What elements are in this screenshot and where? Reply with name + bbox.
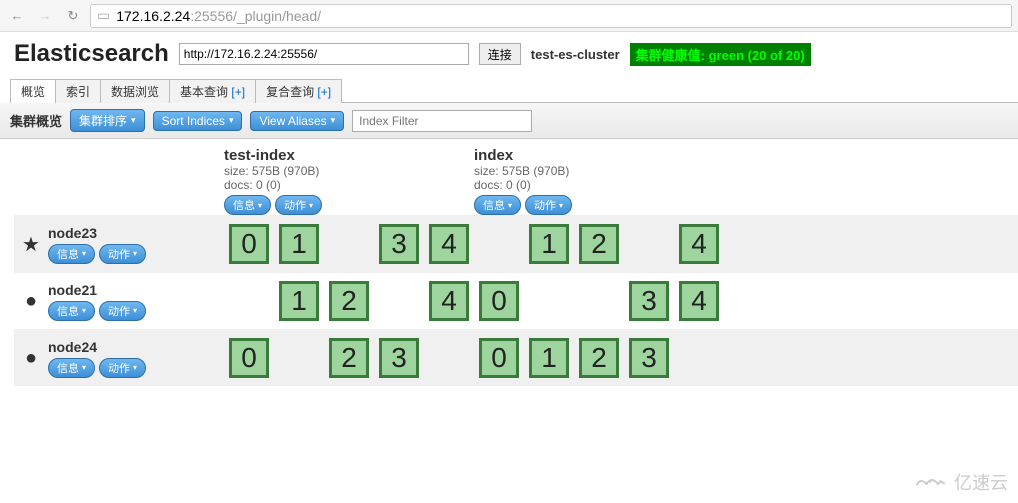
cluster-url-input[interactable]	[179, 43, 469, 65]
index-headers: test-index size: 575B (970B) docs: 0 (0)…	[14, 147, 1018, 215]
index-size: size: 575B (970B)	[474, 164, 724, 178]
shard[interactable]: 1	[279, 281, 319, 321]
node-info: node24 信息动作	[48, 339, 224, 378]
shard[interactable]: 2	[579, 338, 619, 378]
index-info-pill[interactable]: 信息	[474, 195, 521, 215]
sort-cluster-button[interactable]: 集群排序	[70, 109, 145, 132]
shard-group: 0123	[474, 336, 724, 380]
tabs: 概览索引数据浏览基本查询 [+]复合查询 [+]	[10, 78, 1018, 103]
shard[interactable]: 0	[479, 338, 519, 378]
index-info-pill[interactable]: 信息	[224, 195, 271, 215]
app-header: Elasticsearch 连接 test-es-cluster 集群健康值: …	[0, 32, 1018, 72]
tab-4[interactable]: 复合查询 [+]	[255, 79, 342, 103]
index-name: index	[474, 147, 724, 164]
cluster-health: 集群健康值: green (20 of 20)	[630, 43, 811, 66]
index-docs: docs: 0 (0)	[224, 178, 474, 192]
node-row: ● node24 信息动作 0230123	[14, 329, 1018, 386]
tab-0[interactable]: 概览	[10, 79, 56, 103]
node-action-pill[interactable]: 动作	[99, 301, 146, 321]
index-header-0: test-index size: 575B (970B) docs: 0 (0)…	[224, 147, 474, 215]
shard[interactable]: 1	[529, 224, 569, 264]
shard[interactable]: 3	[629, 281, 669, 321]
shard[interactable]: 0	[229, 224, 269, 264]
tab-2[interactable]: 数据浏览	[100, 79, 170, 103]
toolbar-label: 集群概览	[10, 111, 62, 130]
node-dot-icon: ●	[14, 290, 48, 313]
shard[interactable]: 3	[379, 338, 419, 378]
cluster-name: test-es-cluster	[531, 47, 620, 62]
connect-button[interactable]: 连接	[479, 43, 521, 65]
index-size: size: 575B (970B)	[224, 164, 474, 178]
shard[interactable]: 4	[679, 281, 719, 321]
tab-1[interactable]: 索引	[55, 79, 101, 103]
index-docs: docs: 0 (0)	[474, 178, 724, 192]
reload-button[interactable]: ↻	[62, 5, 84, 27]
node-action-pill[interactable]: 动作	[99, 244, 146, 264]
logo: Elasticsearch	[14, 40, 169, 68]
url-ip: 172.16.2.24	[116, 8, 190, 24]
node-info-pill[interactable]: 信息	[48, 301, 95, 321]
cluster-grid: test-index size: 575B (970B) docs: 0 (0)…	[0, 139, 1018, 386]
shard[interactable]: 1	[279, 224, 319, 264]
tab-3[interactable]: 基本查询 [+]	[169, 79, 256, 103]
sort-indices-button[interactable]: Sort Indices	[153, 111, 243, 131]
shard-group: 01 34	[224, 222, 474, 266]
node-info-pill[interactable]: 信息	[48, 244, 95, 264]
shard[interactable]: 3	[629, 338, 669, 378]
toolbar: 集群概览 集群排序 Sort Indices View Aliases	[0, 103, 1018, 139]
shard[interactable]: 4	[429, 224, 469, 264]
back-button[interactable]: ←	[6, 5, 28, 27]
url-bar[interactable]: ▭ 172.16.2.24:25556/_plugin/head/	[90, 4, 1012, 28]
view-aliases-button[interactable]: View Aliases	[250, 111, 344, 131]
shard[interactable]: 3	[379, 224, 419, 264]
node-row: ● node21 信息动作 124034	[14, 272, 1018, 329]
shard[interactable]: 0	[479, 281, 519, 321]
shard-group: 12 4	[224, 279, 474, 323]
shard[interactable]: 2	[329, 338, 369, 378]
index-name: test-index	[224, 147, 474, 164]
shard[interactable]: 2	[329, 281, 369, 321]
shard[interactable]: 4	[679, 224, 719, 264]
node-dot-icon: ●	[14, 347, 48, 370]
index-action-pill[interactable]: 动作	[525, 195, 572, 215]
node-action-pill[interactable]: 动作	[99, 358, 146, 378]
index-header-1: index size: 575B (970B) docs: 0 (0) 信息动作	[474, 147, 724, 215]
node-name: node24	[48, 339, 224, 355]
node-info: node23 信息动作	[48, 225, 224, 264]
browser-bar: ← → ↻ ▭ 172.16.2.24:25556/_plugin/head/	[0, 0, 1018, 32]
shard[interactable]: 0	[229, 338, 269, 378]
shard[interactable]: 4	[429, 281, 469, 321]
shard-group: 0 34	[474, 279, 724, 323]
url-rest: :25556/_plugin/head/	[190, 8, 321, 24]
shard-group: 12 4	[474, 222, 724, 266]
node-info: node21 信息动作	[48, 282, 224, 321]
node-info-pill[interactable]: 信息	[48, 358, 95, 378]
forward-button[interactable]: →	[34, 5, 56, 27]
index-action-pill[interactable]: 动作	[275, 195, 322, 215]
node-name: node23	[48, 225, 224, 241]
shard-group: 0 23	[224, 336, 474, 380]
watermark: 亿速云	[910, 469, 1008, 495]
shard[interactable]: 2	[579, 224, 619, 264]
node-row: ★ node23 信息动作 0134124	[14, 215, 1018, 272]
master-star-icon: ★	[14, 232, 48, 257]
node-name: node21	[48, 282, 224, 298]
index-filter-input[interactable]	[352, 110, 532, 132]
shard[interactable]: 1	[529, 338, 569, 378]
